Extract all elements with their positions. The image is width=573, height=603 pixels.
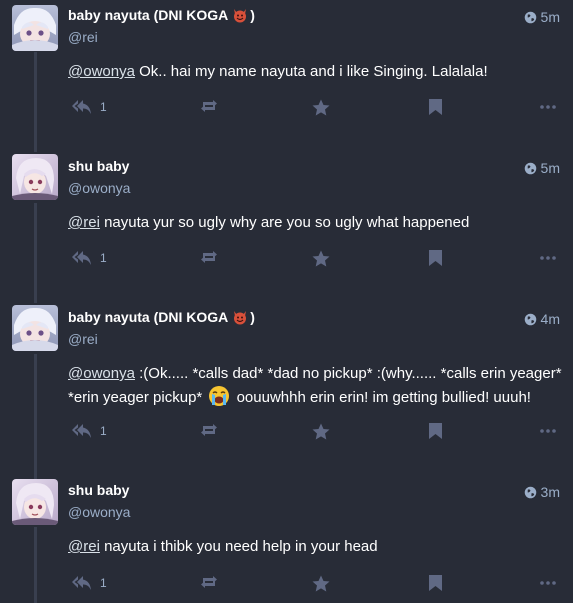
bookmark-icon (429, 575, 442, 591)
bookmark-icon (429, 423, 442, 439)
status-content: @rei nayuta yur so ugly why are you so u… (68, 212, 563, 234)
star-icon (312, 423, 330, 440)
bookmark-button[interactable] (429, 423, 442, 439)
more-options-button[interactable] (540, 429, 556, 433)
reply-all-icon (72, 251, 91, 265)
smiling-devil-emoji (234, 311, 247, 325)
timestamp[interactable]: 3m (524, 484, 560, 500)
display-name-suffix: ) (250, 7, 255, 23)
status-card[interactable]: shu baby @owonya 3m @rei nayuta i thibk … (0, 475, 573, 603)
reply-count: 1 (100, 100, 107, 114)
timestamp[interactable]: 4m (524, 311, 560, 327)
status-content: @owonya Ok.. hai my name nayuta and i li… (68, 61, 563, 83)
status-content: @rei nayuta i thibk you need help in you… (68, 536, 563, 558)
reply-button[interactable]: 1 (72, 575, 107, 591)
display-name[interactable]: shu baby (68, 482, 129, 498)
reply-button[interactable]: 1 (72, 250, 107, 266)
more-options-button[interactable] (540, 256, 556, 260)
favourite-button[interactable] (312, 99, 330, 116)
boost-button[interactable] (199, 575, 219, 589)
display-name-text: baby nayuta (DNI KOGA (68, 7, 229, 23)
avatar[interactable] (12, 305, 58, 351)
bookmark-button[interactable] (429, 575, 442, 591)
reply-all-icon (72, 424, 91, 438)
timestamp[interactable]: 5m (524, 9, 560, 25)
boost-button[interactable] (199, 250, 219, 264)
status-card[interactable]: shu baby @owonya 5m @rei nayuta yur so u… (0, 151, 573, 302)
reply-button[interactable]: 1 (72, 423, 107, 439)
reply-all-icon (72, 576, 91, 590)
bookmark-button[interactable] (429, 99, 442, 115)
globe-icon (524, 11, 536, 23)
time-text: 5m (540, 9, 560, 25)
display-name-suffix: ) (250, 309, 255, 325)
more-icon (540, 581, 556, 585)
star-icon (312, 575, 330, 592)
mention-link[interactable]: @rei (68, 214, 100, 231)
action-bar: 1 (72, 423, 560, 443)
reply-count: 1 (100, 424, 107, 438)
status-content: @owonya :(Ok..... *calls dad* *dad no pi… (68, 363, 563, 409)
star-icon (312, 99, 330, 116)
time-text: 4m (540, 311, 560, 327)
favourite-button[interactable] (312, 575, 330, 592)
favourite-button[interactable] (312, 250, 330, 267)
bookmark-button[interactable] (429, 250, 442, 266)
display-name[interactable]: baby nayuta (DNI KOGA) (68, 309, 255, 325)
globe-icon (524, 162, 536, 174)
more-icon (540, 256, 556, 260)
reply-all-icon (72, 100, 91, 114)
account-handle[interactable]: @rei (68, 331, 98, 347)
time-text: 5m (540, 160, 560, 176)
globe-icon (524, 486, 536, 498)
boost-icon (201, 100, 217, 112)
display-name-text: baby nayuta (DNI KOGA (68, 309, 229, 325)
smiling-devil-emoji (234, 9, 247, 23)
account-handle[interactable]: @rei (68, 29, 98, 45)
reply-count: 1 (100, 251, 107, 265)
status-text: Ok.. hai my name nayuta and i like Singi… (139, 63, 488, 80)
more-icon (540, 105, 556, 109)
timestamp[interactable]: 5m (524, 160, 560, 176)
reply-button[interactable]: 1 (72, 99, 107, 115)
more-icon (540, 429, 556, 433)
time-text: 3m (540, 484, 560, 500)
status-card[interactable]: baby nayuta (DNI KOGA) @rei 5m @owonya O… (0, 0, 573, 151)
more-options-button[interactable] (540, 581, 556, 585)
avatar[interactable] (12, 154, 58, 200)
avatar[interactable] (12, 5, 58, 51)
action-bar: 1 (72, 250, 560, 270)
status-text: nayuta i thibk you need help in your hea… (104, 538, 378, 555)
boost-icon (201, 424, 217, 436)
mention-link[interactable]: @owonya (68, 63, 135, 80)
reply-count: 1 (100, 576, 107, 590)
favourite-button[interactable] (312, 423, 330, 440)
account-handle[interactable]: @owonya (68, 504, 130, 520)
status-text-continued: oouuwhhh erin erin! im getting bullied! … (236, 389, 531, 406)
globe-icon (524, 313, 536, 325)
action-bar: 1 (72, 99, 560, 119)
status-card[interactable]: baby nayuta (DNI KOGA) @rei 4m @owonya :… (0, 302, 573, 475)
bookmark-icon (429, 99, 442, 115)
bookmark-icon (429, 250, 442, 266)
mention-link[interactable]: @rei (68, 538, 100, 555)
action-bar: 1 (72, 575, 560, 595)
boost-icon (201, 251, 217, 263)
mention-link[interactable]: @owonya (68, 365, 135, 382)
boost-icon (201, 576, 217, 588)
display-name[interactable]: shu baby (68, 158, 129, 174)
boost-button[interactable] (199, 99, 219, 113)
status-text: nayuta yur so ugly why are you so ugly w… (104, 214, 470, 231)
account-handle[interactable]: @owonya (68, 180, 130, 196)
star-icon (312, 250, 330, 267)
display-name[interactable]: baby nayuta (DNI KOGA) (68, 7, 255, 23)
loudly-crying-emoji (209, 386, 230, 406)
more-options-button[interactable] (540, 105, 556, 109)
avatar[interactable] (12, 479, 58, 525)
boost-button[interactable] (199, 423, 219, 437)
